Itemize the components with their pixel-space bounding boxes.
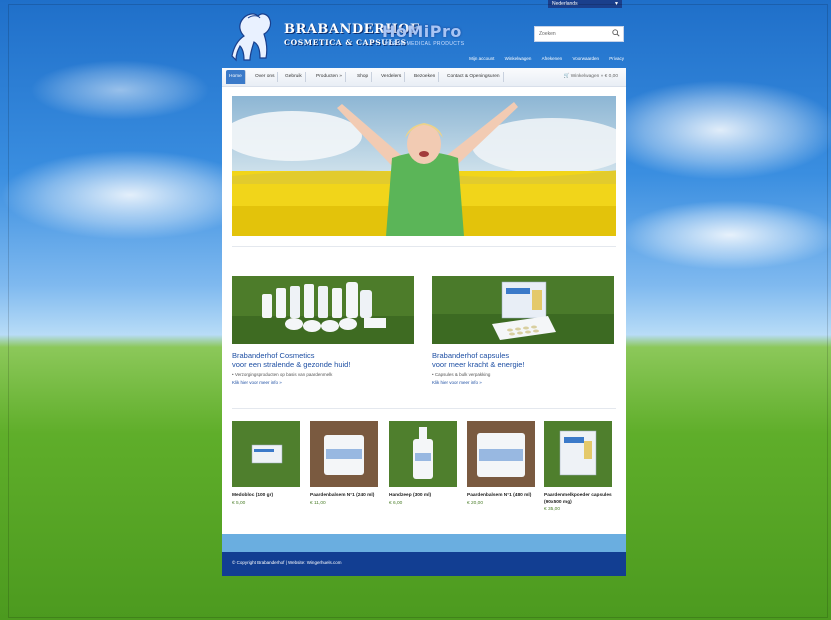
feature-cosmetics-image[interactable] [232, 276, 414, 344]
product-name[interactable]: Medobloc (100 gr) [232, 493, 300, 500]
cart-amount: € 0,00 [604, 74, 618, 79]
product-name[interactable]: Paardenmelkpoeder capsules (90x500 mg) [544, 493, 612, 506]
nav-item-contact[interactable]: Contact & Openingsuren [444, 72, 504, 82]
product-card[interactable]: Paardenbalsem N°1 (480 ml) € 20,00 [467, 421, 535, 506]
product-price: € 6,00 [389, 500, 403, 506]
product-name[interactable]: Paardenbalsem N°1 (240 ml) [310, 493, 378, 500]
feature-capsules-title-line2: voor meer kracht & energie! [432, 360, 525, 369]
top-link-account[interactable]: Mijn account [469, 56, 494, 61]
feature-capsules-text: • Capsules & bulk verpakking [432, 372, 491, 377]
product-card[interactable]: Paardenmelkpoeder capsules (90x500 mg) €… [544, 421, 612, 512]
search-input[interactable]: Zoeken [534, 26, 624, 42]
feature-cosmetics-title-line1: Brabanderhof Cosmetics [232, 351, 315, 360]
feature-cosmetics-title-line2: voor een stralende & gezonde huid! [232, 360, 351, 369]
nav-item-products[interactable]: Producten » [313, 72, 346, 82]
search-placeholder: Zoeken [539, 31, 556, 37]
product-price: € 11,00 [310, 500, 326, 506]
top-links: Mijn account Winkelwagen Afrekenen Voorw… [460, 56, 624, 61]
top-link-checkout[interactable]: Afrekenen [542, 56, 563, 61]
cart-label: Winkelwagen [570, 74, 600, 79]
product-name[interactable]: Handzeep (300 ml) [389, 493, 457, 500]
feature-cosmetics-title[interactable]: Brabanderhof Cosmetics voor een stralend… [232, 351, 414, 369]
product-price: € 20,00 [467, 500, 484, 506]
feature-capsules: Brabanderhof capsules voor meer kracht &… [432, 276, 614, 385]
feature-capsules-title[interactable]: Brabanderhof capsules voor meer kracht &… [432, 351, 614, 369]
feature-cosmetics: Brabanderhof Cosmetics voor een stralend… [232, 276, 414, 385]
page-content: Home Over ons Gebruik Producten » Shop V… [222, 68, 626, 576]
hero-banner [232, 96, 616, 236]
hero-image [232, 96, 616, 236]
feature-cosmetics-link[interactable]: Klik hier voor meer info » [232, 380, 414, 385]
cart-icon: 🛒 [563, 74, 570, 79]
nav-item-visits[interactable]: Bezoeken [411, 72, 440, 82]
feature-cosmetics-text: • Verzorgingsproducten op basis van paar… [232, 372, 333, 377]
nav-item-shop[interactable]: Shop [354, 72, 373, 82]
nav-item-home[interactable]: Home [226, 70, 246, 84]
divider [232, 246, 616, 247]
product-image[interactable] [467, 421, 535, 487]
top-link-privacy[interactable]: Privacy [609, 56, 624, 61]
language-value: Nederlands [552, 1, 578, 7]
nav-item-usage[interactable]: Gebruik [282, 72, 306, 82]
product-card[interactable]: Handzeep (300 ml) € 6,00 [389, 421, 457, 506]
product-price: € 35,00 [544, 507, 561, 512]
site-header: BRABANDERHOF COSMETICA & CAPSULES HoMiPr… [222, 0, 626, 68]
product-image[interactable] [544, 421, 612, 487]
partner-logo-subtitle: HORSE MEDICAL PRODUCTS [385, 41, 465, 47]
chevron-down-icon: ▼ [614, 1, 619, 7]
website-window: BRABANDERHOF COSMETICA & CAPSULES HoMiPr… [222, 0, 626, 576]
language-select[interactable]: Nederlands ▼ [548, 0, 622, 8]
divider [232, 408, 616, 409]
feature-capsules-title-line1: Brabanderhof capsules [432, 351, 510, 360]
main-nav: Home Over ons Gebruik Producten » Shop V… [222, 68, 626, 87]
nav-item-about[interactable]: Over ons [252, 72, 279, 82]
top-link-cart[interactable]: Winkelwagen [505, 56, 532, 61]
product-card[interactable]: Paardenbalsem N°1 (240 ml) € 11,00 [310, 421, 378, 506]
horse-logo-icon[interactable] [224, 6, 280, 64]
partner-logo[interactable]: HoMiPro [382, 22, 462, 41]
product-name[interactable]: Paardenbalsem N°1 (480 ml) [467, 493, 535, 500]
footer-copyright[interactable]: © Copyright Brabanderhof | Website: Wing… [232, 560, 341, 565]
nav-cart[interactable]: 🛒 Winkelwagen » € 0,00 [563, 72, 618, 82]
product-image[interactable] [389, 421, 457, 487]
product-card[interactable]: Medobloc (100 gr) € 5,00 [232, 421, 300, 506]
footer: © Copyright Brabanderhof | Website: Wing… [222, 552, 626, 576]
nav-item-distributors[interactable]: Verdelers [378, 72, 406, 82]
cart-separator: » [600, 74, 604, 79]
product-price: € 5,00 [232, 500, 246, 506]
top-link-terms[interactable]: Voorwaarden [572, 56, 599, 61]
product-image[interactable] [232, 421, 300, 487]
feature-capsules-image[interactable] [432, 276, 614, 344]
product-image[interactable] [310, 421, 378, 487]
search-icon[interactable] [612, 29, 620, 37]
feature-capsules-link[interactable]: Klik hier voor meer info » [432, 380, 614, 385]
footer-band [222, 534, 626, 552]
